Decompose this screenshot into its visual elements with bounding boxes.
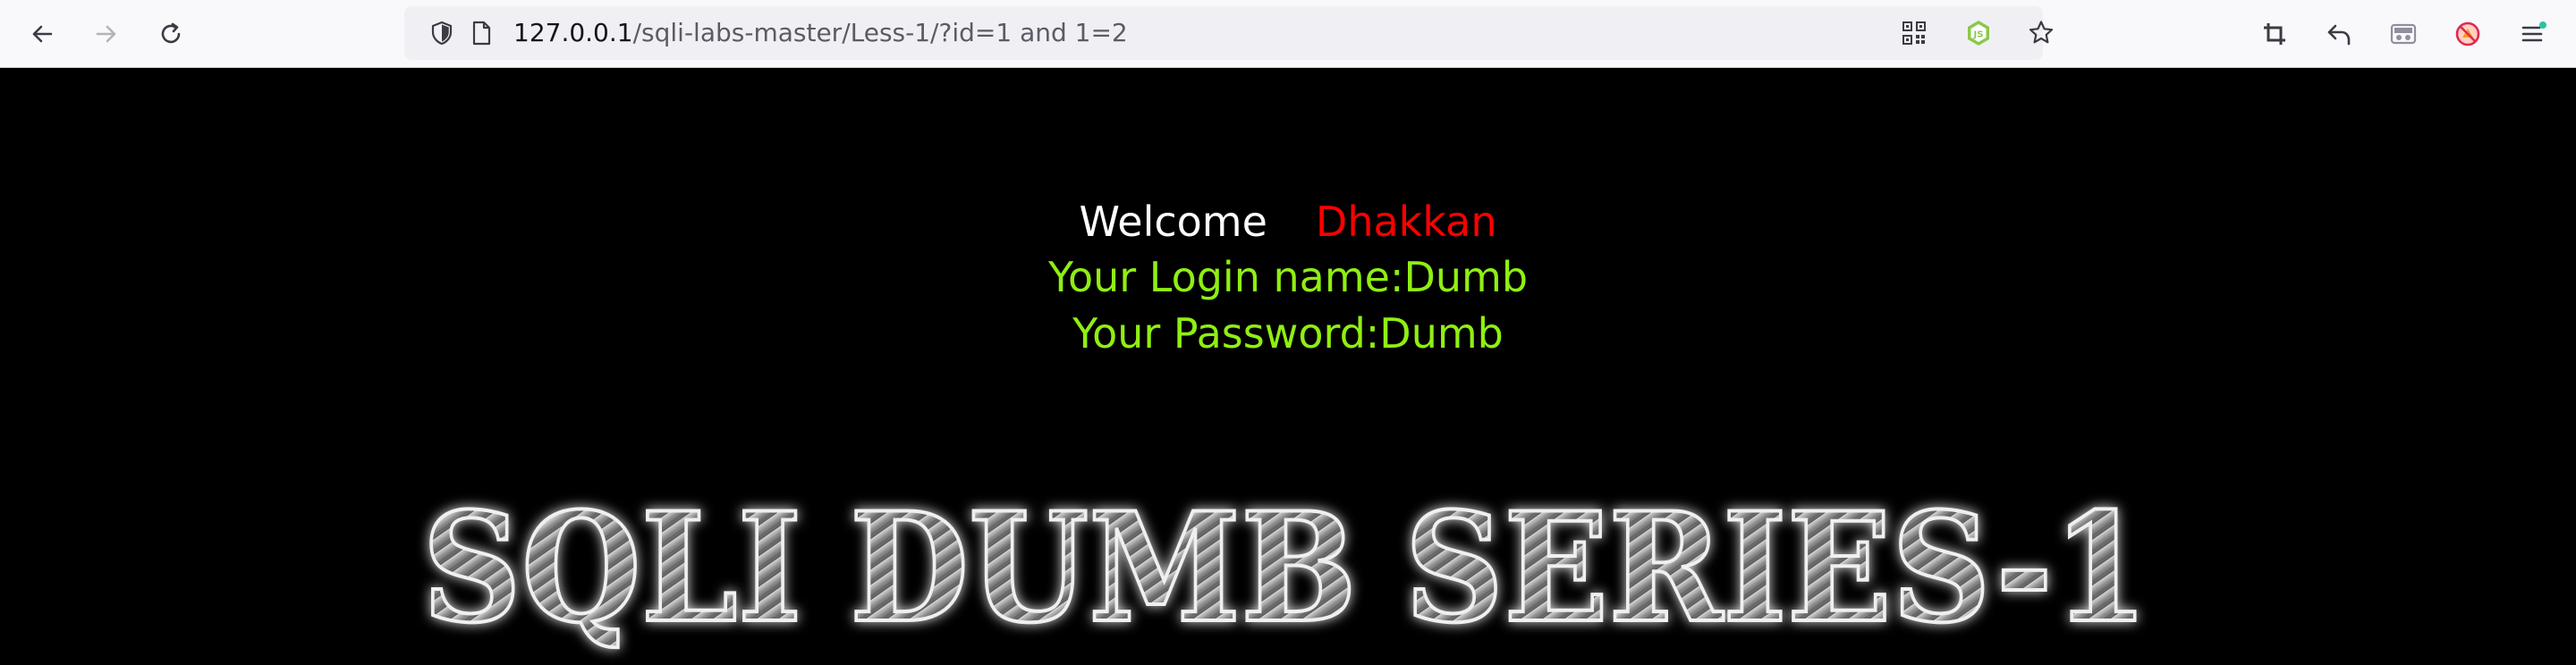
back-button[interactable] bbox=[24, 16, 60, 52]
welcome-name: Dhakkan bbox=[1315, 198, 1497, 246]
blocked-extension-button[interactable] bbox=[2450, 16, 2486, 52]
undo-button[interactable] bbox=[2321, 16, 2357, 52]
reader-view-icon bbox=[2390, 23, 2417, 45]
menu-button[interactable] bbox=[2514, 16, 2550, 52]
reader-view-button[interactable] bbox=[2385, 16, 2421, 52]
url-host: 127.0.0.1 bbox=[513, 18, 633, 47]
page-icon[interactable] bbox=[467, 19, 496, 47]
arrow-right-icon bbox=[96, 25, 116, 43]
reload-button[interactable] bbox=[153, 16, 189, 52]
url-path: /sqli-labs-master/Less-1/?id=1 and 1=2 bbox=[632, 18, 1128, 47]
crop-button[interactable] bbox=[2257, 16, 2292, 52]
blocked-extension-icon bbox=[2455, 21, 2480, 46]
series-banner: SQLI DUMB SERIES-1 bbox=[420, 477, 2150, 658]
forward-button[interactable] bbox=[89, 16, 124, 52]
welcome-label: Welcome bbox=[1079, 198, 1267, 246]
crop-icon bbox=[2264, 23, 2285, 45]
password-text: Your Password:Dumb bbox=[1072, 309, 1504, 358]
nodejs-icon[interactable]: JS bbox=[1964, 19, 1993, 47]
svg-text:JS: JS bbox=[1973, 30, 1984, 40]
arrow-left-icon bbox=[32, 25, 53, 43]
undo-icon bbox=[2327, 24, 2351, 46]
page-content: Welcome Dhakkan Your Login name:Dumb Your… bbox=[0, 68, 2576, 661]
qr-code-icon[interactable] bbox=[1900, 19, 1928, 47]
banner-text: SQLI DUMB SERIES-1 bbox=[422, 479, 2148, 656]
hamburger-menu-icon bbox=[2521, 21, 2546, 42]
star-icon[interactable] bbox=[2027, 19, 2055, 47]
welcome-line: Welcome Dhakkan bbox=[0, 195, 2576, 248]
shield-icon[interactable] bbox=[428, 19, 456, 47]
url-bar[interactable]: 127.0.0.1/sqli-labs-master/Less-1/?id=1 … bbox=[404, 6, 2054, 60]
reload-icon bbox=[161, 22, 181, 44]
browser-toolbar: 127.0.0.1/sqli-labs-master/Less-1/?id=1 … bbox=[0, 0, 2576, 68]
login-name-text: Your Login name:Dumb bbox=[1047, 253, 1529, 301]
url-text[interactable]: 127.0.0.1/sqli-labs-master/Less-1/?id=1 … bbox=[513, 6, 1128, 60]
